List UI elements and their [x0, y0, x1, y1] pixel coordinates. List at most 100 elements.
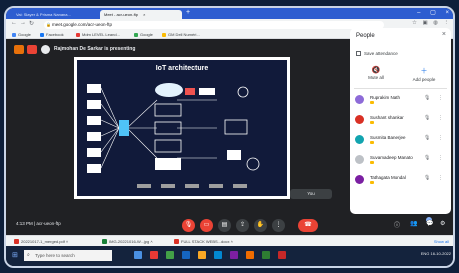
add-people-button[interactable]: ＋ Add people: [404, 66, 444, 82]
panel-title: People: [356, 33, 375, 39]
extension-icons[interactable]: ☆ ▣ ◍ ⋮: [412, 20, 451, 26]
bookmark-item[interactable]: Mdm LEVEL Leand...: [76, 31, 120, 38]
close-icon[interactable]: ×: [442, 31, 446, 38]
more-icon[interactable]: ⋮: [438, 95, 443, 101]
more-icon[interactable]: ⋮: [438, 175, 443, 181]
google-icon: [12, 32, 16, 37]
app-icon[interactable]: [150, 251, 158, 259]
captions-button[interactable]: ▤: [218, 219, 231, 232]
download-item[interactable]: FULL STACK WEBS...docx ˄: [174, 238, 233, 246]
present-button[interactable]: ⇪: [236, 219, 249, 232]
browser-tab[interactable]: Vai: Slayer & Prisma Nanana...: [12, 10, 98, 19]
app-icon[interactable]: [166, 251, 174, 259]
app-icon[interactable]: [214, 251, 222, 259]
role-badge: [370, 161, 374, 164]
bookmark-icon: [76, 32, 80, 37]
role-badge: [370, 141, 374, 144]
self-tile-controls[interactable]: You: [290, 189, 332, 199]
mute-all-button[interactable]: 🔇 Mute all: [356, 66, 396, 80]
download-item[interactable]: IMG-20221016-W...jpg ˄: [102, 238, 153, 246]
activities-icon[interactable]: ⚙: [440, 220, 445, 227]
chat-icon[interactable]: 💬: [426, 220, 433, 227]
back-icon[interactable]: ←: [11, 20, 17, 26]
app-icon[interactable]: [246, 251, 254, 259]
google-icon: [134, 32, 138, 37]
connector-lines: [100, 87, 217, 169]
presenting-text: Rajmohan De Sarkar is presenting: [54, 46, 136, 52]
more-icon[interactable]: ⋮: [438, 115, 443, 121]
info-icon[interactable]: ⓘ: [394, 220, 400, 229]
participant-name: Ruprakim Nath: [370, 95, 401, 100]
mic-icon[interactable]: 🎙: [424, 155, 430, 161]
new-tab-icon[interactable]: +: [186, 9, 190, 16]
forward-icon[interactable]: →: [20, 20, 26, 26]
server-icon: [155, 158, 181, 170]
mic-off-button[interactable]: 🎙: [182, 219, 195, 232]
participant-name: Susmita Banerjee: [370, 135, 406, 140]
url-text: meet.google.com/acr-ueon-ftp: [52, 22, 113, 27]
windows-start-icon[interactable]: ⊞: [12, 251, 18, 259]
chrome-icon[interactable]: [262, 251, 270, 259]
reload-icon[interactable]: ↻: [29, 20, 34, 27]
window-controls[interactable]: – ▢ ×: [417, 9, 453, 16]
mic-icon[interactable]: 🎙: [424, 175, 430, 181]
mic-icon[interactable]: 🎙: [424, 95, 430, 101]
mute-icon: 🔇: [371, 67, 381, 74]
app-icon[interactable]: [278, 251, 286, 259]
meet-control-bar: 4:13 PM | acr-ueon-ftp 🎙 ▭ ▤ ⇪ ✋ ⋮ ☎ ⓘ 👥…: [6, 215, 453, 235]
raise-hand-button[interactable]: ✋: [254, 219, 267, 232]
role-badge: [370, 101, 374, 104]
avatar: [355, 135, 364, 144]
participant-row[interactable]: Tathagata Mondal 🎙 ⋮: [354, 172, 447, 188]
url-field[interactable]: 🔒 meet.google.com/acr-ueon-ftp: [44, 21, 384, 29]
bookmark-item[interactable]: Facebook: [40, 31, 64, 38]
iot-architecture-diagram: [87, 83, 260, 188]
app-icon[interactable]: [230, 251, 238, 259]
download-item[interactable]: 20221017-1_merged.pdf ˄: [14, 238, 68, 246]
more-icon[interactable]: ⋮: [438, 135, 443, 141]
pdf-icon: [14, 239, 19, 244]
divider: [354, 88, 447, 89]
browser-tab-strip: Vai: Slayer & Prisma Nanana... Meet - ac…: [6, 8, 453, 19]
mic-icon[interactable]: 🎙: [424, 115, 430, 121]
show-all-downloads-link[interactable]: Show all: [434, 238, 449, 246]
laptop-screen: Vai: Slayer & Prisma Nanana... Meet - ac…: [4, 6, 455, 268]
service-box: [154, 103, 182, 117]
participant-row[interactable]: Ruprakim Nath 🎙 ⋮: [354, 92, 447, 108]
task-view-icon[interactable]: [134, 251, 142, 259]
avatar: [355, 175, 364, 184]
image-icon: [102, 239, 107, 244]
camera-icon[interactable]: [14, 45, 24, 54]
participant-row[interactable]: Susmita Banerjee 🎙 ⋮: [354, 132, 447, 148]
bookmark-item[interactable]: Google: [12, 31, 31, 38]
taskbar-search-input[interactable]: ⌕ Type here to search: [24, 250, 112, 261]
bookmark-item[interactable]: Google: [134, 31, 153, 38]
close-icon[interactable]: ×: [143, 12, 145, 17]
end-call-button[interactable]: ☎: [298, 219, 318, 232]
camera-off-button[interactable]: ▭: [200, 219, 213, 232]
save-attendance-button[interactable]: Save attendance: [356, 51, 398, 56]
stop-presenting-icon[interactable]: [27, 45, 37, 54]
more-icon[interactable]: ⋮: [438, 155, 443, 161]
mobile-icon: [227, 150, 241, 160]
participant-row[interactable]: Suvamadeep Manato 🎙 ⋮: [354, 152, 447, 168]
role-badge: [370, 181, 374, 184]
app-icon[interactable]: [182, 251, 190, 259]
system-tray[interactable]: ENG 16-10-2022: [421, 251, 451, 256]
device-icon: [87, 84, 101, 93]
participant-name: Tathagata Mondal: [370, 175, 406, 180]
people-icon[interactable]: 👥: [410, 220, 417, 227]
avatar: [355, 155, 364, 164]
bookmark-item[interactable]: GM Dell Numéri...: [162, 31, 200, 38]
tab-label: Meet - acr-ueon-ftp: [104, 12, 139, 17]
file-explorer-icon[interactable]: [198, 251, 206, 259]
device-icon: [87, 100, 101, 109]
mic-icon[interactable]: 🎙: [424, 135, 430, 141]
more-options-button[interactable]: ⋮: [272, 219, 285, 232]
user-icon: [237, 86, 249, 98]
avatar: [355, 115, 364, 124]
avatar: [41, 45, 50, 54]
browser-tab-active[interactable]: Meet - acr-ueon-ftp ×: [100, 10, 182, 19]
device-icon: [87, 164, 101, 173]
participant-row[interactable]: Sushant shankar 🎙 ⋮: [354, 112, 447, 128]
